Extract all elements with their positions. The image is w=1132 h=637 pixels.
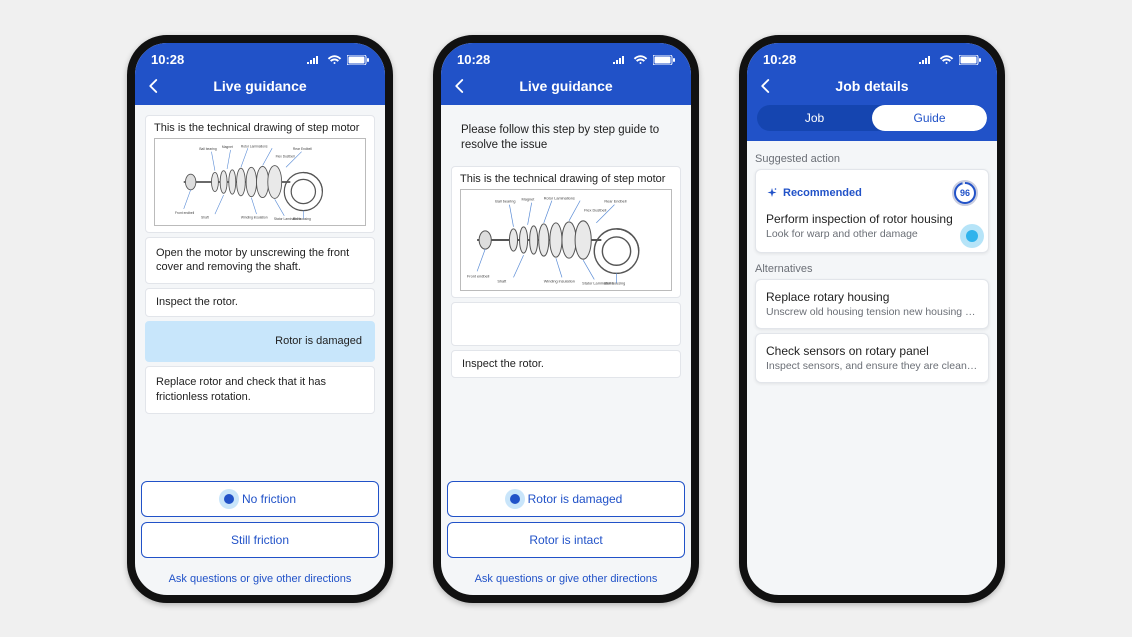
rotor-intact-button[interactable]: Rotor is intact xyxy=(447,522,685,558)
drawing-card: This is the technical drawing of step mo… xyxy=(145,115,375,233)
cellular-signal-icon xyxy=(612,55,628,65)
wifi-icon xyxy=(327,55,342,65)
motor-diagram-image xyxy=(154,138,366,226)
action-title: Replace rotary housing xyxy=(766,290,978,304)
rotor-damaged-button[interactable]: Rotor is damaged xyxy=(447,481,685,517)
action-title: Check sensors on rotary panel xyxy=(766,344,978,358)
status-icons xyxy=(612,55,675,65)
phone-screen-2: 10:28 Live guidance Please follow this s… xyxy=(433,35,699,603)
header-title: Live guidance xyxy=(163,78,357,94)
chat-content[interactable]: This is the technical drawing of step mo… xyxy=(135,105,385,472)
confidence-score: 96 xyxy=(952,180,978,206)
action-subtitle: Inspect sensors, and ensure they are cle… xyxy=(766,360,978,372)
button-label: Still friction xyxy=(231,533,289,547)
response-buttons: No friction Still friction xyxy=(135,472,385,565)
app-header: Live guidance xyxy=(441,71,691,105)
active-indicator-icon xyxy=(224,494,234,504)
status-bar: 10:28 xyxy=(441,43,691,71)
recommended-action-card[interactable]: Recommended 96 Perform inspection of rot… xyxy=(755,169,989,253)
button-label: Rotor is damaged xyxy=(528,492,623,506)
active-indicator-icon xyxy=(510,494,520,504)
chat-content[interactable]: Please follow this step by step guide to… xyxy=(441,105,691,472)
phone-screen-1: 10:28 Live guidance This is the technica… xyxy=(127,35,393,603)
alternative-action-card[interactable]: Replace rotary housing Unscrew old housi… xyxy=(755,279,989,329)
section-alternatives: Alternatives xyxy=(755,263,989,275)
highlight-indicator-icon xyxy=(966,230,978,242)
drawing-card: This is the technical drawing of step mo… xyxy=(451,166,681,298)
action-title: Perform inspection of rotor housing xyxy=(766,212,978,226)
sparkle-icon xyxy=(766,187,778,199)
app-header: Live guidance xyxy=(135,71,385,105)
empty-step-card xyxy=(451,302,681,346)
user-response-selected: Rotor is damaged xyxy=(145,321,375,362)
status-time: 10:28 xyxy=(763,52,796,67)
status-icons xyxy=(306,55,369,65)
cellular-signal-icon xyxy=(918,55,934,65)
still-friction-button[interactable]: Still friction xyxy=(141,522,379,558)
wifi-icon xyxy=(939,55,954,65)
ask-questions-link[interactable]: Ask questions or give other directions xyxy=(441,565,691,595)
header-title: Job details xyxy=(775,78,969,94)
recommended-label: Recommended xyxy=(783,187,862,199)
wifi-icon xyxy=(633,55,648,65)
step-inspect-rotor: Inspect the rotor. xyxy=(145,288,375,317)
status-time: 10:28 xyxy=(151,52,184,67)
button-label: Rotor is intact xyxy=(529,533,602,547)
status-icons xyxy=(918,55,981,65)
button-label: No friction xyxy=(242,492,296,506)
step-replace-rotor: Replace rotor and check that it has fric… xyxy=(145,366,375,414)
status-time: 10:28 xyxy=(457,52,490,67)
drawing-caption: This is the technical drawing of step mo… xyxy=(154,122,366,134)
app-header: Job details xyxy=(747,71,997,105)
status-bar: 10:28 xyxy=(135,43,385,71)
phone-screen-3: 10:28 Job details Job Guide Suggested ac… xyxy=(739,35,1005,603)
header-title: Live guidance xyxy=(469,78,663,94)
alternative-action-card[interactable]: Check sensors on rotary panel Inspect se… xyxy=(755,333,989,383)
action-subtitle: Look for warp and other damage xyxy=(766,228,978,240)
battery-icon xyxy=(959,55,981,65)
section-suggested-action: Suggested action xyxy=(755,153,989,165)
action-subtitle: Unscrew old housing tension new housing … xyxy=(766,306,978,318)
tab-bar: Job Guide xyxy=(747,105,997,141)
response-buttons: Rotor is damaged Rotor is intact xyxy=(441,472,691,565)
drawing-caption: This is the technical drawing of step mo… xyxy=(460,173,672,185)
back-button[interactable] xyxy=(757,77,775,95)
no-friction-button[interactable]: No friction xyxy=(141,481,379,517)
intro-text: Please follow this step by step guide to… xyxy=(451,115,681,162)
job-details-content[interactable]: Suggested action Recommended 96 Perform … xyxy=(747,141,997,595)
back-button[interactable] xyxy=(451,77,469,95)
tab-job[interactable]: Job xyxy=(757,105,872,131)
battery-icon xyxy=(347,55,369,65)
back-button[interactable] xyxy=(145,77,163,95)
tab-guide[interactable]: Guide xyxy=(872,105,987,131)
ask-questions-link[interactable]: Ask questions or give other directions xyxy=(135,565,385,595)
step-inspect-rotor: Inspect the rotor. xyxy=(451,350,681,379)
status-bar: 10:28 xyxy=(747,43,997,71)
step-open-motor: Open the motor by unscrewing the front c… xyxy=(145,237,375,285)
battery-icon xyxy=(653,55,675,65)
motor-diagram-image xyxy=(460,189,672,291)
cellular-signal-icon xyxy=(306,55,322,65)
recommended-badge: Recommended xyxy=(766,187,862,199)
